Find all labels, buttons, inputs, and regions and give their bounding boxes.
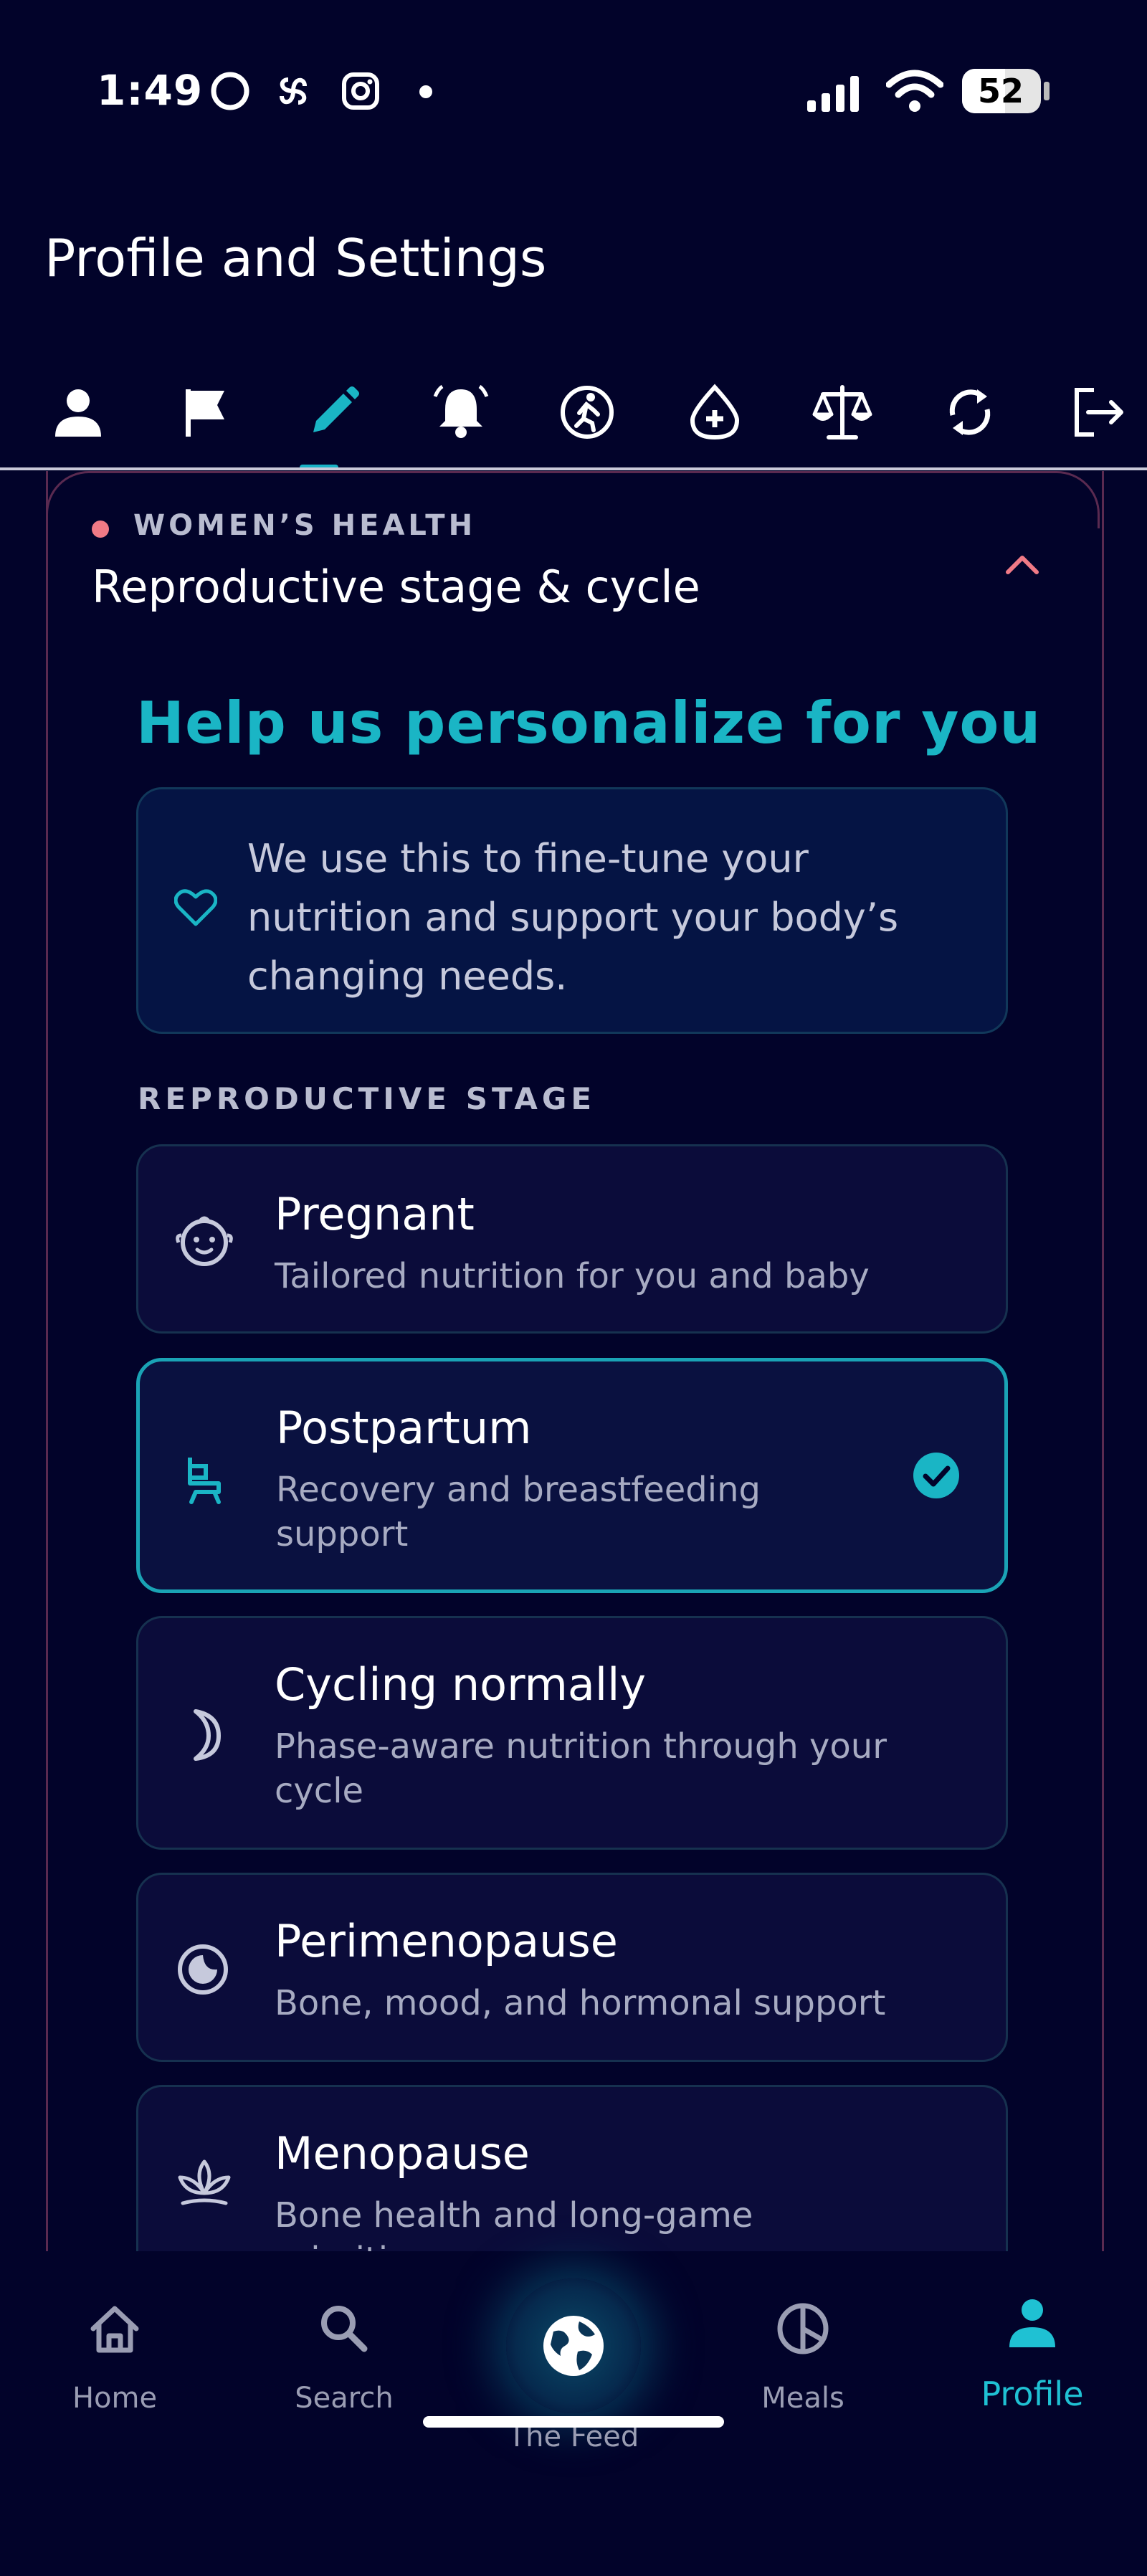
option-subtitle: Phase-aware nutrition through your cycle [275, 1726, 887, 1811]
nav-meals[interactable]: Meals [717, 2251, 889, 2466]
info-text: We use this to fine-tune your nutrition … [247, 836, 899, 999]
tab-goals[interactable] [166, 373, 245, 452]
bottom-nav: Home Search The Feed Meals Profile [0, 2251, 1147, 2576]
option-subtitle: Recovery and breastfeeding support [276, 1470, 761, 1554]
option-title: Postpartum [276, 1402, 532, 1454]
option-title: Menopause [275, 2127, 530, 2180]
cellular-signal-icon [807, 76, 859, 112]
activity-icon [561, 386, 614, 439]
person-icon [55, 389, 101, 437]
scale-icon [812, 385, 872, 439]
moon-phase-icon [178, 1944, 228, 1995]
moon-icon [194, 1709, 221, 1761]
status-bar: 1:49 52 [0, 0, 1147, 186]
option-postpartum[interactable]: Postpartum Recovery and breastfeeding su… [136, 1358, 1008, 1593]
battery-indicator: 52 [962, 69, 1041, 113]
tab-profile[interactable] [39, 373, 118, 452]
card-eyebrow: WOMEN’S HEALTH [133, 509, 477, 542]
check-circle-icon [913, 1453, 959, 1498]
home-icon [90, 2306, 139, 2353]
home-indicator[interactable] [423, 2416, 724, 2428]
search-icon [321, 2306, 368, 2352]
tab-health[interactable] [675, 373, 754, 452]
option-subtitle: Tailored nutrition for you and baby [275, 1256, 870, 1296]
tab-activity[interactable] [548, 373, 627, 452]
globe-icon [543, 2316, 604, 2376]
pinwheel-icon [280, 77, 307, 105]
tab-edit[interactable] [294, 373, 373, 452]
nav-label: Meals [761, 2382, 844, 2415]
baby-face-icon [176, 1216, 233, 1266]
heart-icon [174, 889, 217, 926]
section-dot [92, 521, 109, 538]
status-time: 1:49 [97, 66, 204, 115]
chair-icon [188, 1458, 221, 1504]
nav-label: Profile [981, 2375, 1084, 2413]
page-title: Profile and Settings [44, 228, 547, 288]
tab-sync[interactable] [931, 373, 1009, 452]
option-cycling-normally[interactable]: Cycling normally Phase-aware nutrition t… [136, 1616, 1008, 1850]
sync-icon [949, 389, 991, 435]
chat-bubble-icon [211, 72, 249, 110]
tab-notifications[interactable] [422, 373, 500, 452]
nav-search[interactable]: Search [258, 2251, 430, 2466]
personalize-heading: Help us personalize for you [136, 690, 1042, 756]
info-box: We use this to fine-tune your nutrition … [136, 787, 1008, 1034]
person-icon [1009, 2299, 1055, 2347]
lotus-icon [178, 2159, 231, 2205]
instagram-icon [342, 72, 379, 110]
tab-balance[interactable] [803, 373, 882, 452]
logout-icon [1075, 388, 1123, 437]
option-perimenopause[interactable]: Perimenopause Bone, mood, and hormonal s… [136, 1873, 1008, 2062]
settings-tab-bar [0, 358, 1147, 473]
tab-logout[interactable] [1058, 373, 1137, 452]
flag-icon [186, 389, 224, 437]
option-title: Pregnant [275, 1188, 475, 1240]
option-title: Cycling normally [275, 1658, 647, 1711]
option-title: Perimenopause [275, 1915, 618, 1967]
wifi-icon [886, 70, 943, 112]
pencil-icon [313, 386, 359, 432]
nav-label: Search [295, 2382, 394, 2415]
battery-tip [1044, 82, 1050, 100]
health-drop-icon [690, 384, 740, 440]
reproductive-stage-label: REPRODUCTIVE STAGE [138, 1081, 596, 1116]
option-pregnant[interactable]: Pregnant Tailored nutrition for you and … [136, 1144, 1008, 1334]
option-subtitle: Bone, mood, and hormonal support [275, 1983, 886, 2023]
pie-icon [777, 2303, 829, 2354]
nav-label: Home [72, 2382, 158, 2415]
battery-level: 52 [978, 72, 1024, 110]
notification-dot-icon [419, 85, 432, 98]
bell-icon [433, 384, 489, 438]
nav-profile[interactable]: Profile [946, 2251, 1118, 2466]
nav-home[interactable]: Home [29, 2251, 201, 2466]
chevron-up-icon[interactable] [1002, 549, 1042, 578]
tab-bar-divider [0, 467, 1147, 470]
card-title[interactable]: Reproductive stage & cycle [92, 561, 700, 613]
